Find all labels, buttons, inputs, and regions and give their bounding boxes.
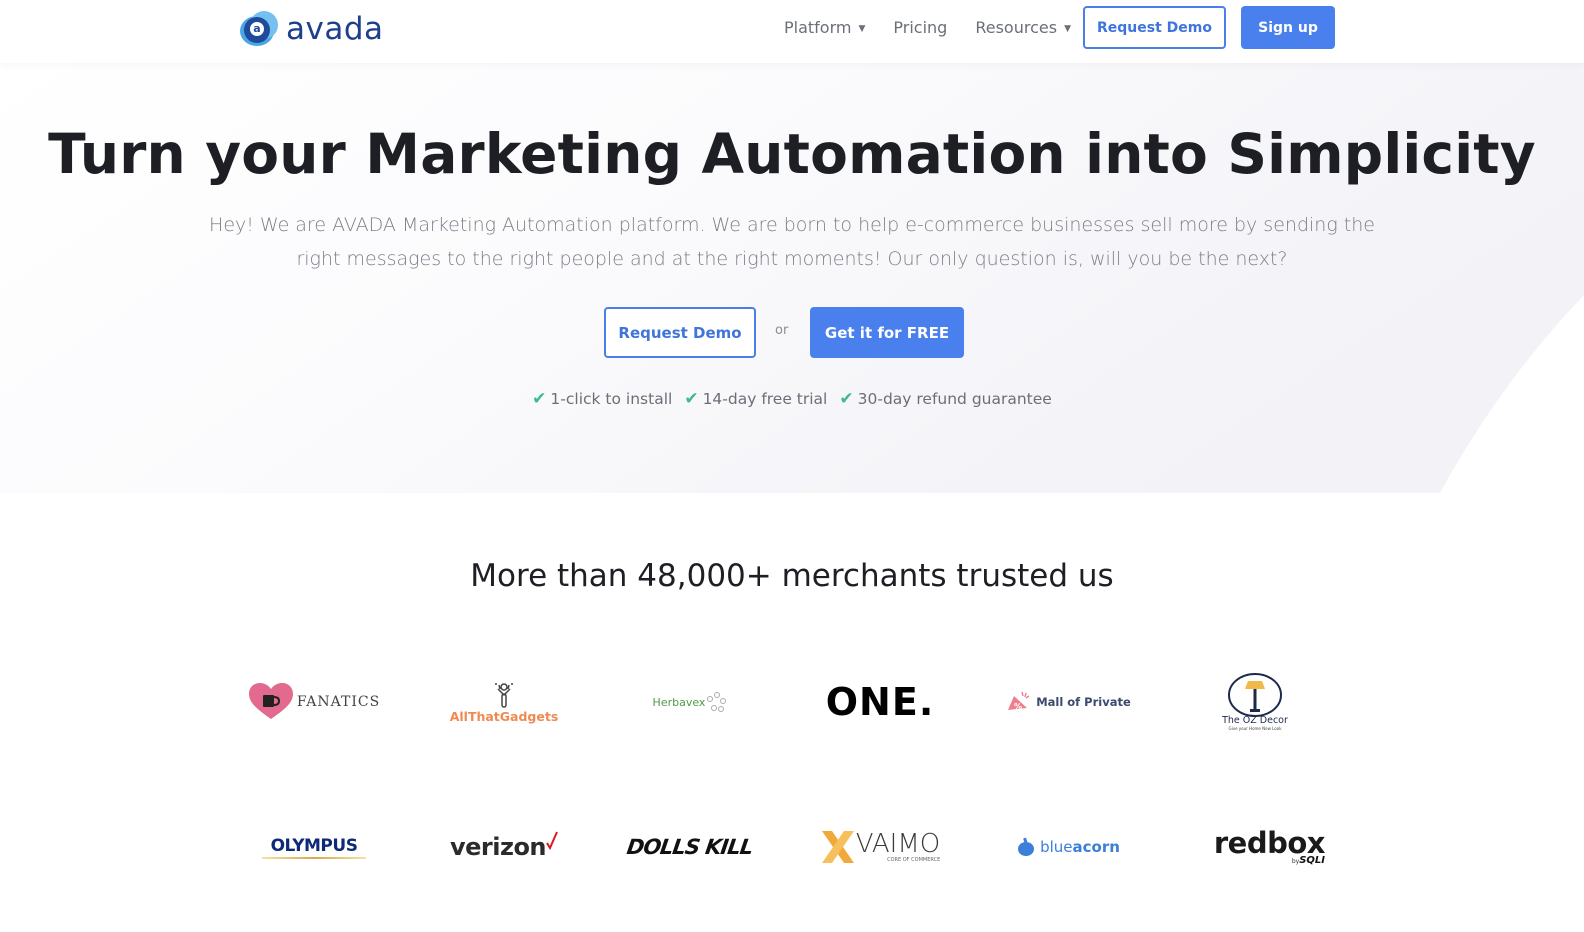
logo-redbox: redbox by SQLI	[1213, 826, 1326, 866]
megaphone-percent-icon: %	[1008, 691, 1030, 711]
avada-cloud-icon: a	[236, 10, 282, 48]
logo-mall-of-private: % Mall of Private	[978, 667, 1158, 737]
trusted-heading: More than 48,000+ merchants trusted us	[470, 558, 1114, 594]
feature-item: ✔ 30-day refund guarantee	[839, 389, 1052, 409]
logo-herbavex: Herbavex	[600, 667, 780, 737]
check-icon: ✔	[684, 389, 699, 409]
chevron-down-icon: ▼	[1064, 23, 1071, 34]
avada-logo[interactable]: a avada	[236, 9, 384, 49]
lamp-icon	[1228, 673, 1282, 717]
check-icon: ✔	[839, 389, 854, 409]
get-it-free-button[interactable]: Get it for FREE	[810, 307, 964, 358]
hero-subtitle: Hey! We are AVADA Marketing Automation p…	[209, 214, 1375, 270]
svg-text:%: %	[1014, 702, 1022, 711]
nav-resources[interactable]: Resources ▼	[975, 18, 1071, 37]
verizon-check-icon	[546, 831, 558, 851]
header-request-demo-button[interactable]: Request Demo	[1083, 6, 1226, 49]
hero-request-demo-button[interactable]: Request Demo	[604, 307, 756, 358]
or-separator: or	[775, 323, 789, 338]
brand-name: avada	[286, 11, 384, 47]
molecule-icon	[707, 692, 727, 712]
feature-item: ✔ 14-day free trial	[684, 389, 828, 409]
logo-the-oz-decor: The OZ Decor Give your Home New Look	[1165, 667, 1345, 737]
acorn-icon	[1018, 837, 1035, 856]
check-icon: ✔	[532, 389, 547, 409]
hero-title: Turn your Marketing Automation into Simp…	[48, 122, 1536, 186]
main-nav: Platform ▼ Pricing Resources ▼	[784, 6, 1099, 49]
logo-one: ONE.	[825, 680, 935, 724]
logo-vaimo: VAIMO CORE OF COMMERCE	[790, 812, 970, 882]
nav-platform[interactable]: Platform ▼	[784, 18, 865, 37]
logo-olympus: OLYMPUS	[224, 812, 404, 882]
feature-item: ✔ 1-click to install	[532, 389, 673, 409]
logo-fanatics: FANATICS	[224, 667, 404, 737]
top-navbar: a avada Platform ▼ Pricing Resources ▼ R…	[0, 0, 1584, 63]
logo-blue-acorn: blue acorn	[978, 812, 1158, 882]
logo-verizon: verizon	[414, 812, 594, 882]
olympus-gold-line	[262, 856, 366, 859]
sign-up-button[interactable]: Sign up	[1241, 6, 1335, 49]
logo-dolls-kill: DOLLS KILL	[625, 835, 755, 859]
gadget-icon	[495, 682, 513, 708]
vaimo-x-icon	[821, 831, 854, 863]
logo-allthatgadgets: AllThatGadgets	[414, 667, 594, 737]
heart-mug-icon	[248, 683, 293, 719]
nav-pricing[interactable]: Pricing	[893, 18, 947, 37]
feature-list: ✔ 1-click to install ✔ 14-day free trial…	[0, 389, 1584, 409]
chevron-down-icon: ▼	[858, 23, 866, 34]
